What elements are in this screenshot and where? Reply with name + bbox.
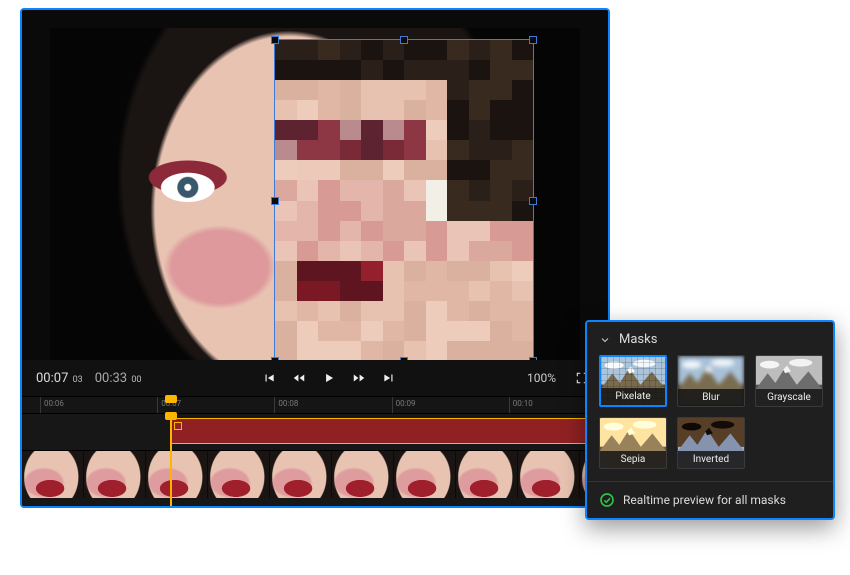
- resize-handle-top-mid[interactable]: [400, 36, 408, 44]
- mask-option-label: Blur: [678, 389, 744, 406]
- mask-selection-rect[interactable]: [274, 39, 534, 360]
- mask-option-sepia[interactable]: Sepia: [599, 417, 667, 469]
- ruler-tick: 00:08: [274, 397, 298, 413]
- chevron-down-icon: [599, 334, 611, 346]
- panel-divider: [587, 481, 833, 482]
- masks-panel-footer: Realtime preview for all masks: [587, 492, 833, 508]
- forward-icon: [352, 371, 366, 385]
- skip-forward-icon: [382, 371, 396, 385]
- skip-forward-button[interactable]: [377, 366, 401, 390]
- fast-forward-button[interactable]: [347, 366, 371, 390]
- resize-handle-top-right[interactable]: [529, 36, 537, 44]
- current-frame-value: 03: [73, 375, 83, 385]
- rewind-icon: [292, 371, 306, 385]
- mask-option-label: Sepia: [600, 451, 666, 468]
- timeline-ruler[interactable]: 00:0600:0700:0800:0900:10: [22, 396, 608, 414]
- mask-option-label: Pixelate: [601, 388, 665, 405]
- ruler-tick: 00:06: [40, 397, 64, 413]
- rewind-button[interactable]: [287, 366, 311, 390]
- play-button[interactable]: [317, 366, 341, 390]
- clip-start-handle[interactable]: [174, 422, 182, 430]
- skip-back-button[interactable]: [257, 366, 281, 390]
- check-circle-icon: [599, 492, 615, 508]
- timeline-thumbnail: [146, 451, 208, 498]
- mask-option-label: Grayscale: [756, 389, 822, 406]
- timeline-thumbnail: [456, 451, 518, 498]
- current-time-value: 00:07: [36, 371, 68, 386]
- timeline-tracks[interactable]: [22, 414, 608, 506]
- timeline-thumbnail: [332, 451, 394, 498]
- resize-handle-top-left[interactable]: [271, 36, 279, 44]
- thumbnail-strip: [22, 450, 608, 498]
- play-icon: [322, 371, 336, 385]
- resize-handle-bottom-right[interactable]: [529, 357, 537, 360]
- timeline-thumbnail: [22, 451, 84, 498]
- video-editor-window: 00:07 03 00:33 00 100% 00:06 00: [20, 8, 610, 508]
- zoom-level: 100%: [527, 371, 556, 385]
- mask-clip[interactable]: [170, 418, 608, 444]
- mask-option-blur[interactable]: Blur: [677, 355, 745, 407]
- masks-panel: Masks Pixelate Blur Grayscale: [585, 320, 835, 520]
- resize-handle-mid-right[interactable]: [529, 197, 537, 205]
- timeline-thumbnail: [84, 451, 146, 498]
- mask-option-inverted[interactable]: Inverted: [677, 417, 745, 469]
- total-time-value: 00:33: [95, 371, 127, 386]
- mask-option-label: Inverted: [678, 451, 744, 468]
- preview-frame: [50, 28, 580, 360]
- ruler-tick: 00:09: [392, 397, 416, 413]
- playhead-line[interactable]: [170, 414, 172, 506]
- masks-grid: Pixelate Blur Grayscale Sepia: [587, 355, 833, 469]
- skip-back-icon: [262, 371, 276, 385]
- total-frame-value: 00: [131, 375, 141, 385]
- mask-option-grayscale[interactable]: Grayscale: [755, 355, 823, 407]
- masks-panel-header[interactable]: Masks: [587, 322, 833, 355]
- timeline-thumbnail: [394, 451, 456, 498]
- mask-option-pixelate[interactable]: Pixelate: [599, 355, 667, 407]
- timeline-thumbnail: [208, 451, 270, 498]
- resize-handle-bottom-left[interactable]: [271, 357, 279, 360]
- timeline-thumbnail: [270, 451, 332, 498]
- masks-footer-text: Realtime preview for all masks: [623, 493, 786, 507]
- total-timecode: 00:33 00: [95, 371, 142, 386]
- resize-handle-bottom-mid[interactable]: [400, 357, 408, 360]
- timeline-thumbnail: [518, 451, 580, 498]
- current-timecode: 00:07 03: [36, 371, 83, 386]
- ruler-tick: 00:10: [509, 397, 533, 413]
- masks-panel-title: Masks: [619, 332, 657, 347]
- resize-handle-mid-left[interactable]: [271, 197, 279, 205]
- transport-bar: 00:07 03 00:33 00 100%: [22, 360, 608, 396]
- preview-area: [22, 10, 608, 360]
